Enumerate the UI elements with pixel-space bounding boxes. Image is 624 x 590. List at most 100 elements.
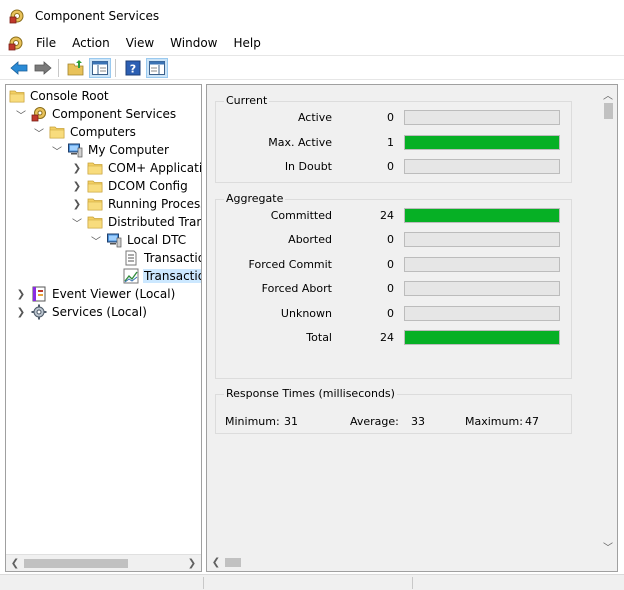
title-bar: Component Services	[0, 0, 624, 32]
chevron-down-icon[interactable]: ﹀	[71, 216, 83, 230]
event-viewer-icon	[31, 286, 47, 302]
chevron-right-icon[interactable]: ❯	[71, 162, 83, 174]
scroll-down-arrow-icon[interactable]: ﹀	[602, 540, 614, 554]
console-tree-icon	[92, 60, 108, 75]
chevron-down-icon[interactable]: ﹀	[15, 108, 27, 122]
chart-icon	[123, 268, 139, 284]
stat-value: 0	[387, 111, 394, 124]
current-group-title: Current	[224, 94, 270, 107]
stat-row-committed: Committed 24	[216, 207, 572, 225]
show-hide-console-tree-button[interactable]	[89, 57, 111, 78]
computer-icon	[106, 232, 122, 248]
chevron-right-icon[interactable]: ❯	[71, 198, 83, 210]
chevron-down-icon[interactable]: ﹀	[51, 144, 63, 158]
menu-action[interactable]: Action	[64, 33, 118, 53]
stat-row-aborted: Aborted 0	[216, 231, 572, 249]
forward-button[interactable]	[32, 58, 54, 78]
tree-item-label: Component Services	[52, 107, 177, 121]
stats-hscroll-thumb[interactable]	[225, 558, 241, 567]
tree-item-com-applications[interactable]: ❯ COM+ Applications	[71, 159, 201, 177]
chevron-right-icon[interactable]: ❯	[15, 288, 27, 300]
tree-item-label: Local DTC	[127, 233, 187, 247]
stat-label: Unknown	[280, 306, 332, 320]
window-title: Component Services	[35, 9, 160, 23]
stat-value: 0	[387, 257, 394, 271]
component-services-icon	[31, 106, 47, 122]
tree-item-label: My Computer	[88, 143, 169, 157]
tree-item-label: Transaction List	[144, 251, 201, 265]
stat-label: In Doubt	[284, 160, 332, 173]
console-tree[interactable]: Console Root ﹀ Component Services ﹀ Computer…	[5, 84, 202, 572]
chevron-down-icon[interactable]: ﹀	[33, 126, 45, 140]
tree-item-dcom-config[interactable]: ❯ DCOM Config	[71, 177, 189, 195]
stats-horizontal-scrollbar[interactable]: ❮	[207, 554, 617, 571]
tree-item-services-local[interactable]: ❯ Services (Local)	[15, 303, 148, 321]
scroll-left-arrow-icon[interactable]: ❮	[9, 557, 21, 569]
up-one-level-button[interactable]	[65, 58, 87, 78]
folder-icon	[87, 178, 103, 194]
stats-vscroll-thumb[interactable]	[604, 103, 613, 119]
system-menu-icon[interactable]	[8, 35, 24, 51]
stat-label: Aborted	[288, 233, 332, 247]
tree-item-local-dtc[interactable]: ﹀ Local DTC	[90, 231, 187, 249]
stat-bar	[404, 208, 560, 223]
stat-row-active: Active 0	[216, 109, 572, 127]
stat-row-forced-commit: Forced Commit 0	[216, 256, 572, 274]
tree-horizontal-scrollbar[interactable]: ❮ ❯	[6, 554, 201, 571]
stat-value: 24	[380, 331, 394, 344]
tree-item-computers[interactable]: ﹀ Computers	[33, 123, 137, 141]
help-button[interactable]: ?	[122, 58, 144, 78]
stat-bar-fill	[405, 331, 559, 344]
current-group: Current Active 0 Max. Active 1 In Doubt 0	[215, 94, 572, 183]
tree-item-running-processes[interactable]: ❯ Running Processes	[71, 195, 201, 213]
stats-vertical-scrollbar[interactable]: ︿ ﹀	[600, 85, 617, 556]
tree-item-distributed-transaction-coordinator[interactable]: ﹀ Distributed Transaction Coordinator	[71, 213, 201, 231]
back-button[interactable]	[8, 58, 30, 78]
component-services-icon	[9, 9, 24, 24]
stat-bar	[404, 159, 560, 174]
stat-bar	[404, 232, 560, 248]
menu-window[interactable]: Window	[162, 33, 225, 53]
aggregate-group: Aggregate Committed 24 Aborted 0 Forced Comm…	[215, 192, 572, 379]
stat-row-unknown: Unknown 0	[216, 305, 572, 323]
tree-item-label: Computers	[70, 125, 136, 139]
tree-item-label: Services (Local)	[52, 305, 147, 319]
stat-label: Forced Commit	[248, 257, 332, 271]
tree-item-label: DCOM Config	[108, 179, 188, 193]
folder-icon	[87, 160, 103, 176]
svg-text:?: ?	[130, 62, 136, 75]
menu-bar: File Action View Window Help	[0, 32, 624, 54]
stat-bar	[404, 281, 560, 297]
tree-item-console-root[interactable]: Console Root	[9, 87, 110, 105]
stat-bar	[404, 110, 560, 125]
menu-view[interactable]: View	[118, 33, 162, 53]
chevron-down-icon[interactable]: ﹀	[90, 234, 102, 248]
chevron-right-icon[interactable]: ❯	[71, 180, 83, 192]
tree-item-transaction-list[interactable]: Transaction List	[107, 249, 201, 267]
status-bar	[0, 574, 624, 590]
toolbar-separator	[58, 58, 59, 77]
toolbar: ?	[0, 55, 624, 80]
minimum-label: Minimum:	[225, 415, 280, 428]
tree-item-my-computer[interactable]: ﹀ My Computer	[51, 141, 170, 159]
stat-label: Active	[297, 111, 332, 124]
scroll-up-arrow-icon[interactable]: ︿	[602, 88, 614, 102]
stat-label: Max. Active	[268, 135, 332, 149]
stat-value: 0	[387, 160, 394, 173]
stat-value: 24	[380, 209, 394, 222]
menu-help[interactable]: Help	[226, 33, 269, 53]
toolbar-separator	[115, 58, 116, 77]
tree-scrollbar-thumb[interactable]	[24, 559, 128, 568]
show-hide-action-pane-button[interactable]	[146, 57, 168, 78]
tree-item-transaction-statistics[interactable]: Transaction Statistics	[107, 267, 201, 285]
menu-file[interactable]: File	[28, 33, 64, 53]
tree-item-event-viewer-local[interactable]: ❯ Event Viewer (Local)	[15, 285, 176, 303]
stat-bar	[404, 134, 560, 150]
scroll-left-arrow-icon[interactable]: ❮	[210, 556, 222, 568]
scroll-right-arrow-icon[interactable]: ❯	[186, 557, 198, 569]
maximum-label: Maximum:	[465, 415, 523, 428]
tree-item-component-services[interactable]: ﹀ Component Services	[15, 105, 177, 123]
stat-label: Forced Abort	[261, 282, 332, 296]
chevron-right-icon[interactable]: ❯	[15, 306, 27, 318]
